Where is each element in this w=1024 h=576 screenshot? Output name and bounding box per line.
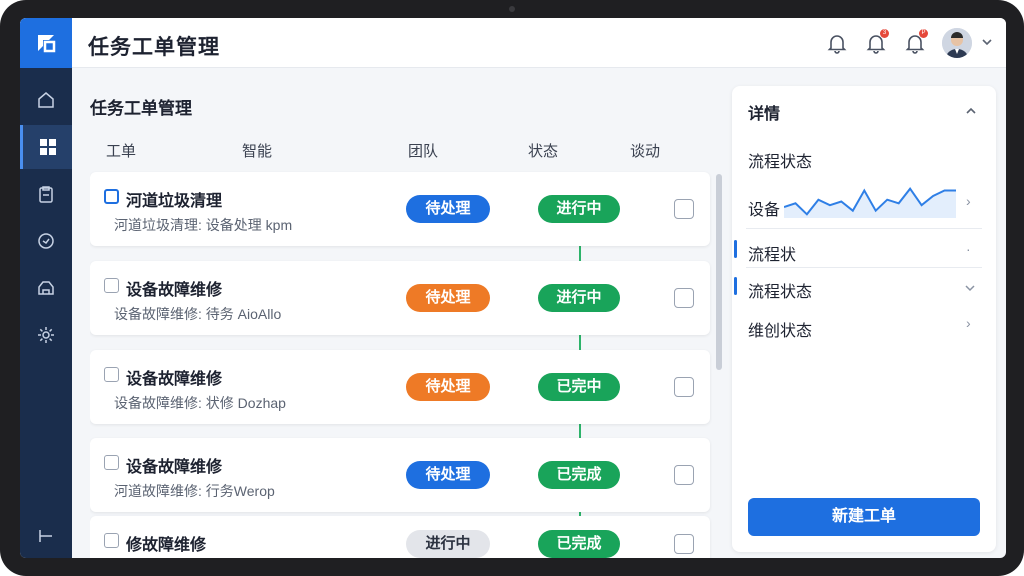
row-checkbox[interactable] (104, 455, 119, 470)
new-work-order-button[interactable]: 新建工单 (748, 498, 980, 536)
notification-bell-3[interactable]: P (904, 29, 928, 54)
notification-bell-1[interactable] (826, 32, 848, 54)
table-row[interactable]: 河道垃圾清理 河道垃圾清理: 设备处理 kpm 待处理 进行中 (90, 172, 710, 246)
app-logo[interactable] (20, 18, 72, 68)
column-header-team[interactable]: 团队 (408, 140, 438, 161)
camera-dot (509, 6, 515, 12)
divider (746, 267, 982, 268)
detail-panel: 详情 流程状态 设备 › 流程状 · 流程状态 维创状态 › 新建工单 (732, 86, 996, 552)
divider (746, 228, 982, 229)
truck-icon (38, 281, 54, 295)
progress-badge[interactable]: 进行中 (538, 195, 620, 223)
row-title: 设备故障维修 (126, 459, 223, 476)
row-action-checkbox[interactable] (674, 465, 694, 485)
panel-title: 详情 (748, 106, 781, 123)
app-screen: 任务工单管理 3 P 任务工单管理 工单 智能 团队 状态 谈动 河道垃圾清理 … (20, 18, 1006, 558)
row-subtitle: 设备故障维修: 状修 Dozhap (114, 395, 286, 411)
row-checkbox[interactable] (104, 533, 119, 548)
chevron-up-icon[interactable] (964, 104, 978, 118)
chevron-down-icon[interactable] (964, 282, 976, 294)
list-scrollbar[interactable] (716, 174, 722, 370)
panel-row-device[interactable]: 设备 (748, 196, 780, 220)
chevron-down-icon[interactable] (980, 35, 994, 49)
logo-icon (38, 35, 56, 53)
app-title: 任务工单管理 (88, 36, 220, 59)
progress-badge[interactable]: 已完成 (538, 530, 620, 558)
sidebar-item-tasks[interactable] (20, 172, 72, 216)
progress-badge[interactable]: 已完中 (538, 373, 620, 401)
gear-icon (38, 327, 54, 343)
row-subtitle: 设备故障维修: 待务 AioAllo (114, 306, 282, 322)
top-bar: 任务工单管理 3 P (20, 18, 1006, 68)
status-badge[interactable]: 待处理 (406, 284, 490, 312)
clipboard-icon (39, 186, 53, 203)
progress-badge[interactable]: 进行中 (538, 284, 620, 312)
tablet-frame: 任务工单管理 3 P 任务工单管理 工单 智能 团队 状态 谈动 河道垃圾清理 … (0, 0, 1024, 576)
row-action-checkbox[interactable] (674, 199, 694, 219)
column-header-smart[interactable]: 智能 (242, 140, 272, 161)
row-checkbox[interactable] (104, 367, 119, 382)
row-subtitle: 河道故障维修: 行务Werop (114, 483, 275, 499)
status-badge[interactable]: 进行中 (406, 530, 490, 558)
column-header-order[interactable]: 工单 (106, 140, 136, 161)
row-title: 修故障维修 (126, 537, 207, 554)
chevron-right-icon[interactable]: › (966, 193, 971, 209)
row-action-checkbox[interactable] (674, 288, 694, 308)
panel-row-process-1[interactable]: 流程状 (748, 241, 796, 265)
bell-icon (827, 35, 847, 54)
work-order-list: 河道垃圾清理 河道垃圾清理: 设备处理 kpm 待处理 进行中 设备故障维修 设… (90, 170, 712, 558)
progress-badge[interactable]: 已完成 (538, 461, 620, 489)
panel-row-process-status[interactable]: 流程状态 (748, 148, 812, 172)
grid-icon (39, 139, 56, 155)
status-badge[interactable]: 待处理 (406, 195, 490, 223)
row-action-checkbox[interactable] (674, 377, 694, 397)
sparkline-area (784, 188, 956, 218)
row-subtitle: 河道垃圾清理: 设备处理 kpm (114, 217, 293, 233)
clock-icon (38, 233, 54, 249)
chevron-right-icon[interactable]: › (966, 315, 971, 331)
sidebar (20, 68, 72, 558)
active-marker (734, 240, 737, 258)
row-checkbox[interactable] (104, 189, 119, 204)
row-action-checkbox[interactable] (674, 534, 694, 554)
collapse-icon (39, 530, 52, 542)
sidebar-item-history[interactable] (20, 219, 72, 263)
dot-indicator: · (966, 241, 971, 257)
notification-bell-2[interactable]: 3 (865, 29, 889, 54)
home-icon (38, 92, 54, 108)
notification-badge: 3 (880, 29, 889, 38)
column-header-status[interactable]: 状态 (528, 140, 558, 161)
status-badge[interactable]: 待处理 (406, 373, 490, 401)
avatar-icon (942, 28, 972, 58)
row-title: 河道垃圾清理 (126, 193, 223, 210)
table-row[interactable]: 设备故障维修 河道故障维修: 行务Werop 待处理 已完成 (90, 438, 710, 512)
sidebar-item-dashboard[interactable] (20, 125, 72, 169)
sidebar-item-settings[interactable] (20, 313, 72, 357)
sidebar-item-home[interactable] (20, 78, 72, 122)
table-row[interactable]: 设备故障维修 设备故障维修: 状修 Dozhap 待处理 已完中 (90, 350, 710, 424)
page-title: 任务工单管理 (90, 99, 192, 118)
column-header-action[interactable]: 谈动 (630, 140, 660, 161)
notification-badge: P (919, 29, 928, 38)
panel-row-maintain-status[interactable]: 维创状态 (748, 317, 812, 341)
sparkline-chart (784, 187, 956, 218)
status-badge[interactable]: 待处理 (406, 461, 490, 489)
active-marker (734, 277, 737, 295)
sidebar-collapse[interactable] (20, 514, 72, 558)
table-row[interactable]: 修故障维修 进行中 已完成 (90, 516, 710, 558)
panel-row-process-2[interactable]: 流程状态 (748, 278, 812, 302)
user-avatar[interactable] (942, 28, 972, 58)
row-checkbox[interactable] (104, 278, 119, 293)
sidebar-item-dispatch[interactable] (20, 266, 72, 310)
row-title: 设备故障维修 (126, 371, 223, 388)
table-row[interactable]: 设备故障维修 设备故障维修: 待务 AioAllo 待处理 进行中 (90, 261, 710, 335)
row-title: 设备故障维修 (126, 282, 223, 299)
